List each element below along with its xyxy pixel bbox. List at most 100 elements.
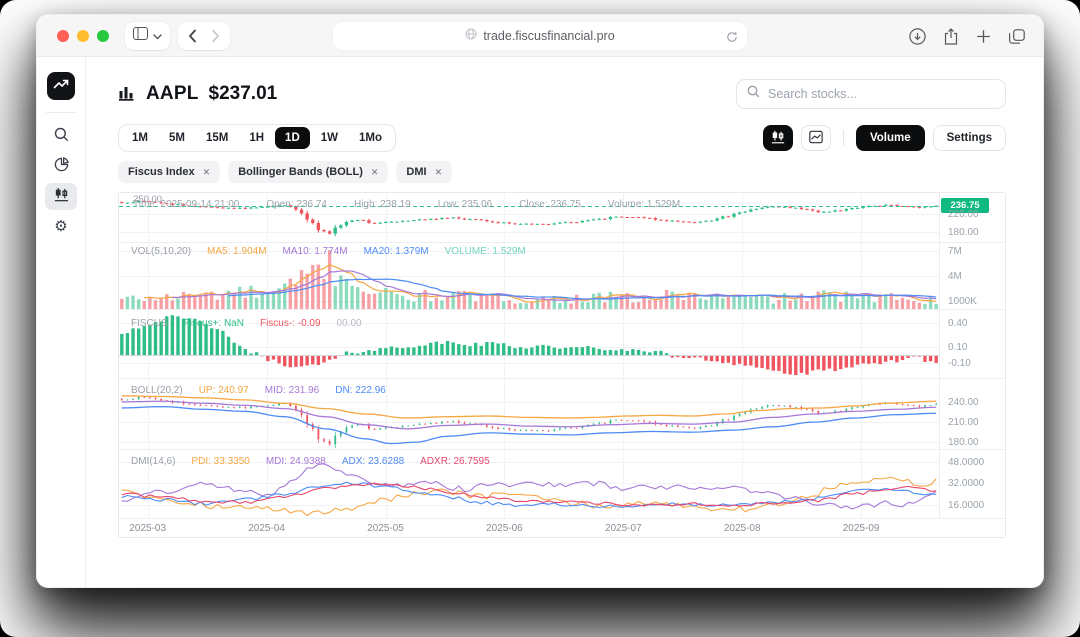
- chip-bollinger-bands[interactable]: Bollinger Bands (BOLL) ✕: [228, 161, 388, 183]
- indicator-chips: Fiscus Index✕ Bollinger Bands (BOLL) ✕ DM…: [118, 161, 1006, 183]
- timeframe-1m-button[interactable]: 1M: [122, 127, 158, 149]
- info-low: Low: 235.06: [438, 199, 493, 210]
- info-close: Close: 236.75: [519, 199, 581, 210]
- downloads-button[interactable]: [909, 28, 926, 45]
- price-panel: 250.00 Time: 2025-09-14 21:00 Open: 236.…: [119, 193, 1005, 243]
- y-tick: 1000K: [948, 296, 977, 307]
- chip-dmi[interactable]: DMI ✕: [396, 161, 452, 183]
- minimize-window-button[interactable]: [77, 30, 89, 42]
- timeframe-1h-button[interactable]: 1H: [239, 127, 274, 149]
- settings-button[interactable]: Settings: [933, 125, 1006, 151]
- y-tick: 16.0000: [948, 500, 984, 511]
- url-text: trade.fiscusfinancial.pro: [483, 29, 614, 43]
- close-icon[interactable]: ✕: [203, 167, 211, 178]
- legend-fiscus-minus: Fiscus-: -0.09: [260, 318, 321, 329]
- pie-chart-icon: [54, 157, 69, 177]
- volume-panel: VOL(5,10,20) MA5: 1.904M MA10: 1.774M MA…: [119, 243, 1005, 310]
- browser-titlebar: trade.fiscusfinancial.pro: [37, 15, 1043, 57]
- y-tick: 220.00: [948, 209, 979, 220]
- y-tick: 4M: [948, 271, 962, 282]
- timeframe-1mo-button[interactable]: 1Mo: [349, 127, 392, 149]
- back-button[interactable]: [188, 29, 197, 43]
- toolbar-divider: [843, 130, 844, 146]
- bollinger-axis-gutter: 240.00 210.00 180.00: [939, 379, 1005, 449]
- new-tab-button[interactable]: [976, 29, 991, 44]
- dmi-legend: DMI(14,6) PDI: 33.3350 MDI: 24.9388 ADX:…: [131, 456, 490, 467]
- legend-mid: MID: 231.96: [265, 385, 319, 396]
- dmi-panel: DMI(14,6) PDI: 33.3350 MDI: 24.9388 ADX:…: [119, 450, 1005, 519]
- reload-button[interactable]: [726, 30, 738, 48]
- info-high: High: 238.19: [354, 199, 411, 210]
- app-sidebar: ⚙: [37, 57, 86, 587]
- trending-up-icon: [53, 76, 69, 97]
- close-icon[interactable]: ✕: [371, 167, 379, 178]
- legend-title: BOLL(20,2): [131, 385, 183, 396]
- legend-ma20: MA20: 1.379M: [364, 246, 429, 257]
- volume-toggle-button[interactable]: Volume: [856, 125, 925, 151]
- zoom-window-button[interactable]: [97, 30, 109, 42]
- x-axis: 2025-03 2025-04 2025-05 2025-06 2025-07 …: [119, 519, 1005, 539]
- legend-up: UP: 240.97: [199, 385, 249, 396]
- chip-fiscus-index[interactable]: Fiscus Index✕: [118, 161, 220, 183]
- chip-label: DMI: [406, 166, 426, 178]
- legend-title: FISCUS: [131, 318, 168, 329]
- area-chart-icon: [809, 130, 823, 147]
- timeframe-segmented-control: 1M 5M 15M 1H 1D 1W 1Mo: [118, 124, 396, 152]
- line-view-button[interactable]: [801, 125, 831, 151]
- legend-dn: DN: 222.96: [335, 385, 386, 396]
- y-tick: 0.40: [948, 318, 967, 329]
- legend-mdi: MDI: 24.9388: [266, 456, 326, 467]
- fiscus-axis-gutter: 0.40 0.10 -0.10: [939, 310, 1005, 378]
- forward-button[interactable]: [211, 29, 220, 43]
- candlestick-chart-icon: [54, 187, 69, 207]
- bar-chart-icon: [118, 83, 136, 106]
- x-axis-label: 2025-09: [843, 523, 880, 534]
- fiscus-legend: FISCUS Fiscus+: NaN Fiscus-: -0.09 00.00: [131, 318, 362, 329]
- sidebar-item-settings[interactable]: ⚙: [45, 213, 77, 240]
- timeframe-5m-button[interactable]: 5M: [159, 127, 195, 149]
- chart-toolbar: 1M 5M 15M 1H 1D 1W 1Mo Volume Settings: [118, 124, 1006, 152]
- close-window-button[interactable]: [57, 30, 69, 42]
- search-icon: [54, 127, 69, 147]
- stock-search-input[interactable]: [768, 87, 995, 101]
- y-tick: 180.00: [948, 227, 979, 238]
- dmi-axis-gutter: 48.0000 32.0000 16.0000: [939, 450, 1005, 518]
- legend-pdi: PDI: 33.3350: [191, 456, 249, 467]
- fiscus-panel: FISCUS Fiscus+: NaN Fiscus-: -0.09 00.00…: [119, 310, 1005, 379]
- legend-fiscus-zero: 00.00: [337, 318, 362, 329]
- candlestick-view-button[interactable]: [763, 125, 793, 151]
- info-time: Time: 2025-09-14 21:00: [133, 199, 239, 210]
- volume-axis-gutter: 7M 4M 1000K: [939, 243, 1005, 309]
- candlestick-chart-icon: [771, 130, 785, 147]
- address-bar[interactable]: trade.fiscusfinancial.pro: [333, 22, 747, 50]
- info-volume: Volume: 1.529M: [608, 199, 680, 210]
- bollinger-panel: BOLL(20,2) UP: 240.97 MID: 231.96 DN: 22…: [119, 379, 1005, 450]
- x-axis-label: 2025-07: [605, 523, 642, 534]
- main-content: AAPL $237.01 1M 5M 15M 1H 1D 1W 1Mo: [86, 57, 1043, 587]
- app-logo[interactable]: [47, 72, 75, 100]
- y-tick: 48.0000: [948, 457, 984, 468]
- sidebar-item-charts[interactable]: [45, 183, 77, 210]
- x-axis-label: 2025-08: [724, 523, 761, 534]
- y-tick: 240.00: [948, 397, 979, 408]
- bollinger-legend: BOLL(20,2) UP: 240.97 MID: 231.96 DN: 22…: [131, 385, 386, 396]
- browser-window: trade.fiscusfinancial.pro ⚙: [36, 14, 1044, 588]
- timeframe-15m-button[interactable]: 15M: [196, 127, 238, 149]
- sidebar-item-portfolio[interactable]: [45, 153, 77, 180]
- legend-adx: ADX: 23.6288: [342, 456, 404, 467]
- timeframe-1d-button[interactable]: 1D: [275, 127, 310, 149]
- chevron-down-icon: [153, 27, 162, 45]
- sidebar-item-search[interactable]: [45, 123, 77, 150]
- legend-title: VOL(5,10,20): [131, 246, 191, 257]
- sidebar-toggle-button[interactable]: [125, 22, 170, 50]
- x-axis-label: 2025-05: [367, 523, 404, 534]
- symbol-ticker: AAPL: [146, 83, 199, 105]
- timeframe-1w-button[interactable]: 1W: [311, 127, 348, 149]
- tab-overview-button[interactable]: [1009, 29, 1025, 44]
- share-button[interactable]: [944, 28, 958, 45]
- close-icon[interactable]: ✕: [435, 167, 443, 178]
- x-axis-label: 2025-06: [486, 523, 523, 534]
- sidebar-divider: [46, 112, 76, 113]
- legend-ma10: MA10: 1.774M: [283, 246, 348, 257]
- chip-label: Bollinger Bands (BOLL): [238, 166, 363, 178]
